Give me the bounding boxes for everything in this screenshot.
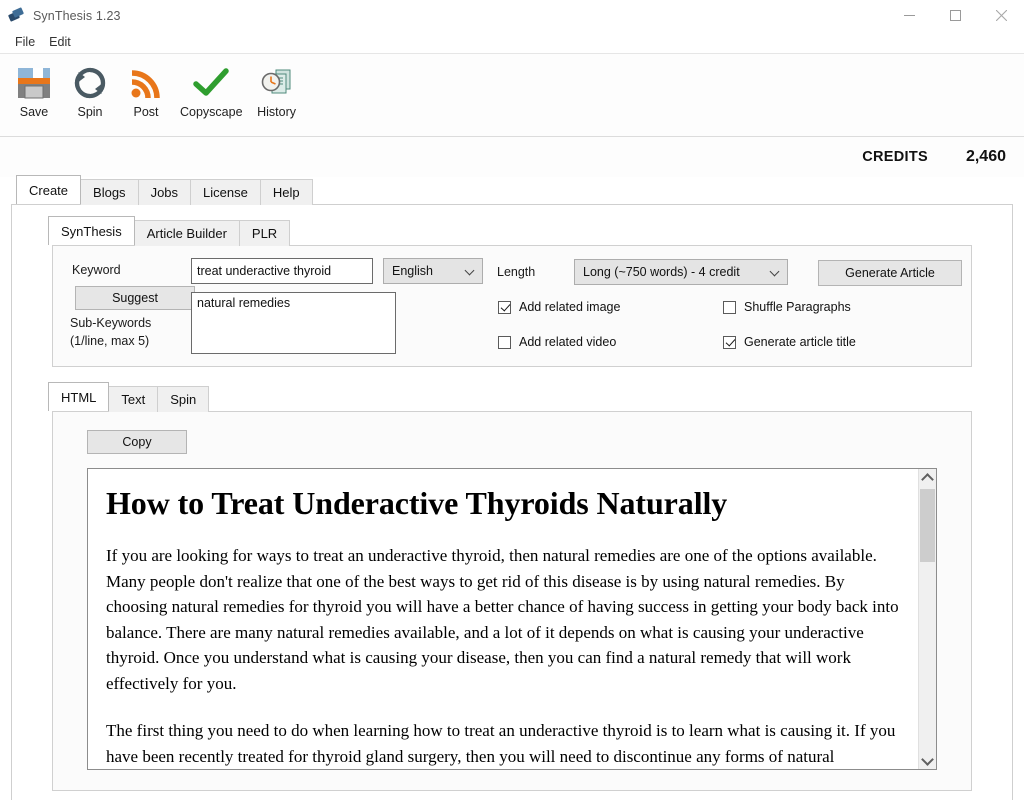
chevron-down-icon [771,267,781,277]
checkbox-generate-article-title[interactable]: Generate article title [723,335,856,349]
keyword-input[interactable] [191,258,373,284]
tab-create[interactable]: Create [16,175,82,204]
chevron-down-icon [466,266,476,276]
output-tabstrip: HTML Text Spin [12,382,1012,412]
subtab-article-builder[interactable]: Article Builder [133,220,240,246]
menubar: File Edit [0,31,1024,54]
output-tab-spin[interactable]: Spin [157,386,210,412]
toolbar-button-spin[interactable]: Spin [62,60,118,119]
tab-blogs[interactable]: Blogs [80,179,139,205]
rss-feed-icon [125,62,167,104]
main-tabstrip: Create Blogs Jobs License Help [0,175,1024,205]
toolbar: Save Spin Post Copyscape History [0,54,1024,137]
subtab-synthesis[interactable]: SynThesis [48,216,135,245]
sub-tabstrip: SynThesis Article Builder PLR [12,205,1012,246]
toolbar-label-spin: Spin [77,105,103,119]
scroll-down-arrow-icon[interactable] [919,752,936,769]
credits-bar: CREDITS 2,460 [0,137,1024,177]
tab-help[interactable]: Help [259,179,313,205]
credits-value: 2,460 [965,148,1006,165]
refresh-cycle-icon [69,62,111,104]
close-icon[interactable] [978,0,1024,31]
green-check-icon [190,62,232,104]
checkbox-add-related-video[interactable]: Add related video [498,335,616,349]
output-tab-text[interactable]: Text [108,386,159,412]
scrollbar-thumb[interactable] [920,489,935,562]
toolbar-label-copyscape: Copyscape [180,105,243,119]
minimize-icon[interactable] [886,0,932,31]
toolbar-button-save[interactable]: Save [6,60,62,119]
checkbox-box-add-related-video[interactable] [498,335,511,349]
scroll-up-arrow-icon[interactable] [919,469,936,486]
subkeywords-textarea[interactable] [191,292,396,354]
app-books-icon [8,6,25,24]
clock-documents-icon [256,62,298,104]
menu-item-file[interactable]: File [8,33,42,51]
length-select-value: Long (~750 words) - 4 credit [583,265,740,279]
tab-jobs[interactable]: Jobs [137,179,192,205]
window-title: SynThesis 1.23 [33,8,121,23]
floppy-disk-icon [13,62,55,104]
toolbar-label-save: Save [19,105,49,119]
output-panel: Copy How to Treat Underactive Thyroids N… [52,411,972,791]
checkbox-box-generate-article-title[interactable] [723,335,736,349]
toolbar-button-post[interactable]: Post [118,60,174,119]
suggest-button[interactable]: Suggest [75,286,195,310]
checkbox-box-add-related-image[interactable] [498,300,511,314]
checkbox-label-add-related-image: Add related image [519,300,621,314]
checkbox-add-related-image[interactable]: Add related image [498,300,620,314]
copy-button[interactable]: Copy [87,430,187,454]
window-controls [886,0,1024,31]
language-select[interactable]: English [383,258,483,284]
subtab-plr[interactable]: PLR [238,220,291,246]
tab-license[interactable]: License [190,179,261,205]
subkeywords-label-line2: (1/line, max 5) [70,334,150,348]
toolbar-button-copyscape[interactable]: Copyscape [174,60,249,119]
language-select-value: English [392,264,433,278]
article-content: How to Treat Underactive Thyroids Natura… [88,469,918,769]
length-label: Length [497,265,536,279]
keyword-label: Keyword [72,263,121,277]
menu-item-edit[interactable]: Edit [42,33,78,51]
checkbox-box-shuffle-paragraphs[interactable] [723,300,736,314]
maximize-icon[interactable] [932,0,978,31]
article-paragraph: If you are looking for ways to treat an … [106,546,899,693]
article-paragraph: The first thing you need to do when lear… [106,721,896,766]
article-title: How to Treat Underactive Thyroids Natura… [106,485,728,521]
create-tab-panel: SynThesis Article Builder PLR Keyword En… [11,204,1013,800]
window-titlebar: SynThesis 1.23 [0,0,1024,31]
synthesis-form-panel: Keyword English Length Long (~750 words)… [52,245,972,367]
output-tab-html[interactable]: HTML [48,382,110,411]
toolbar-label-post: Post [133,105,159,119]
length-select[interactable]: Long (~750 words) - 4 credit [574,259,788,285]
article-preview: How to Treat Underactive Thyroids Natura… [87,468,937,770]
article-scrollbar[interactable] [918,469,936,769]
toolbar-button-history[interactable]: History [249,60,305,119]
checkbox-label-add-related-video: Add related video [519,335,617,349]
subkeywords-label-line1: Sub-Keywords [70,316,152,330]
credits-label: CREDITS [862,149,928,165]
generate-article-button[interactable]: Generate Article [818,260,962,286]
checkbox-label-generate-article-title: Generate article title [744,335,856,349]
toolbar-label-history: History [257,105,296,119]
checkbox-shuffle-paragraphs[interactable]: Shuffle Paragraphs [723,300,851,314]
checkbox-label-shuffle-paragraphs: Shuffle Paragraphs [744,300,851,314]
